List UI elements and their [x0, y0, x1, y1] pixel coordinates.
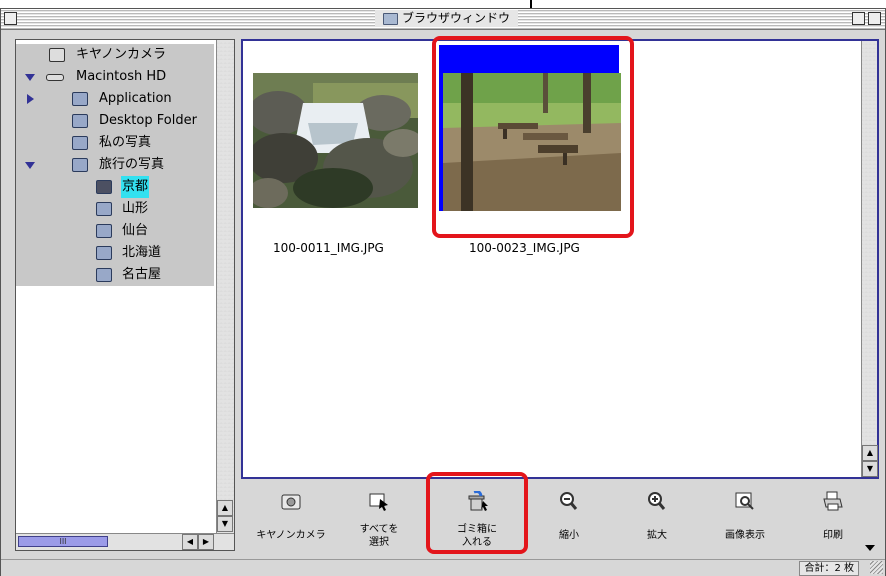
callout-trash-button [426, 472, 528, 554]
thumbnail-filename: 100-0023_IMG.JPG [469, 241, 580, 255]
folder-icon [72, 158, 88, 172]
scroll-right-arrow-icon[interactable]: ▶ [198, 534, 214, 550]
tree-item-desktop-folder[interactable]: Desktop Folder [16, 110, 214, 132]
print-button-label: 印刷 [823, 530, 843, 541]
tree-item-yamagata[interactable]: 山形 [16, 198, 214, 220]
tree-item-label: 旅行の写真 [99, 157, 165, 172]
tree-item-my-photos[interactable]: 私の写真 [16, 132, 214, 154]
zoom-out-button-label: 縮小 [559, 530, 579, 541]
tree-item-sendai[interactable]: 仙台 [16, 220, 214, 242]
hard-disk-icon [46, 74, 64, 81]
tree-item-nagoya[interactable]: 名古屋 [16, 264, 214, 286]
camera-icon [49, 48, 65, 62]
folder-icon [72, 114, 88, 128]
tree-item-label: キヤノンカメラ [76, 47, 166, 62]
folder-icon [96, 246, 112, 260]
camera-icon [281, 494, 301, 510]
zoom-out-icon [560, 492, 578, 510]
callout-selected-thumbnail [432, 36, 634, 238]
camera-button-label: キヤノンカメラ [256, 530, 326, 541]
view-image-button[interactable]: 画像表示 [705, 481, 785, 559]
scroll-up-arrow-icon[interactable]: ▲ [217, 500, 233, 516]
scroll-down-arrow-icon[interactable]: ▼ [862, 461, 878, 477]
scroll-left-arrow-icon[interactable]: ◀ [182, 534, 198, 550]
thumbnail-filename: 100-0011_IMG.JPG [273, 241, 384, 255]
folder-tree: キヤノンカメラ Macintosh HD Application Desktop… [15, 39, 235, 551]
view-image-button-label: 画像表示 [725, 530, 765, 541]
camera-button[interactable]: キヤノンカメラ [251, 481, 331, 559]
waterfall-photo [253, 73, 418, 208]
tree-item-hokkaido[interactable]: 北海道 [16, 242, 214, 264]
browser-toolbar: キヤノンカメラ すべてを 選択 ゴミ箱に 入れる 縮小 拡大 画像表示 印刷 [241, 481, 879, 559]
image-count: 合計：2 枚 [799, 561, 859, 576]
resize-grip-icon[interactable] [870, 561, 883, 574]
folder-icon [96, 268, 112, 282]
select-all-button-label: すべてを 選択 [359, 524, 399, 548]
open-folder-icon [96, 180, 112, 194]
tree-item-label: 仙台 [122, 223, 149, 238]
scroll-thumb[interactable]: III [18, 536, 108, 547]
window-title: ブラウザウィンドウ [375, 10, 519, 27]
print-icon [823, 491, 843, 511]
scroll-down-arrow-icon[interactable]: ▼ [217, 516, 233, 532]
tree-item-label: 北海道 [122, 245, 162, 260]
zoom-out-button[interactable]: 縮小 [529, 481, 609, 559]
zoom-in-button[interactable]: 拡大 [617, 481, 697, 559]
tree-item-label: Application [99, 91, 172, 106]
folder-icon [72, 136, 88, 150]
thumbnail-item[interactable]: 100-0011_IMG.JPG [245, 45, 425, 255]
tree-item-label: 名古屋 [122, 267, 162, 282]
window-title-text: ブラウザウィンドウ [402, 11, 511, 25]
folder-icon [96, 224, 112, 238]
title-bar[interactable]: ブラウザウィンドウ [1, 9, 885, 30]
close-box-icon[interactable] [4, 12, 17, 25]
folder-icon [96, 202, 112, 216]
pane-vertical-scrollbar[interactable]: ▲ ▼ [861, 41, 878, 477]
tree-item-travel-photos[interactable]: 旅行の写真 [16, 154, 214, 176]
tree-item-application[interactable]: Application [16, 88, 214, 110]
disclosure-triangle-expanded-icon[interactable] [25, 74, 35, 81]
scroll-up-arrow-icon[interactable]: ▲ [862, 445, 878, 461]
tree-item-label-selected: 京都 [121, 176, 150, 198]
view-image-icon [735, 492, 754, 510]
tree-item-canon-camera[interactable]: キヤノンカメラ [16, 44, 214, 66]
tree-item-kyoto[interactable]: 京都 [16, 176, 214, 198]
folder-icon [72, 92, 88, 106]
sidebar-vertical-scrollbar[interactable]: ▲ ▼ [216, 40, 234, 534]
zoom-in-button-label: 拡大 [647, 530, 667, 541]
folder-icon [383, 12, 398, 25]
zoom-in-icon [648, 492, 666, 510]
collapse-box-icon[interactable] [868, 12, 881, 25]
print-button[interactable]: 印刷 [793, 481, 873, 559]
disclosure-triangle-expanded-icon[interactable] [25, 162, 35, 169]
disclosure-triangle-collapsed-icon[interactable] [27, 94, 34, 104]
tree-item-label: 私の写真 [99, 135, 152, 150]
tree-item-label: Macintosh HD [76, 69, 167, 84]
select-all-icon [369, 493, 388, 511]
tree-item-macintosh-hd[interactable]: Macintosh HD [16, 66, 214, 88]
tree-item-label: 山形 [122, 201, 149, 216]
status-bar: 合計：2 枚 [1, 559, 885, 576]
zoom-box-icon[interactable] [852, 12, 865, 25]
tree-item-label: Desktop Folder [99, 113, 197, 128]
sidebar-horizontal-scrollbar[interactable]: III ◀ ▶ [16, 533, 234, 550]
toolbar-more-arrow-icon[interactable] [865, 545, 875, 551]
select-all-button[interactable]: すべてを 選択 [339, 481, 419, 559]
